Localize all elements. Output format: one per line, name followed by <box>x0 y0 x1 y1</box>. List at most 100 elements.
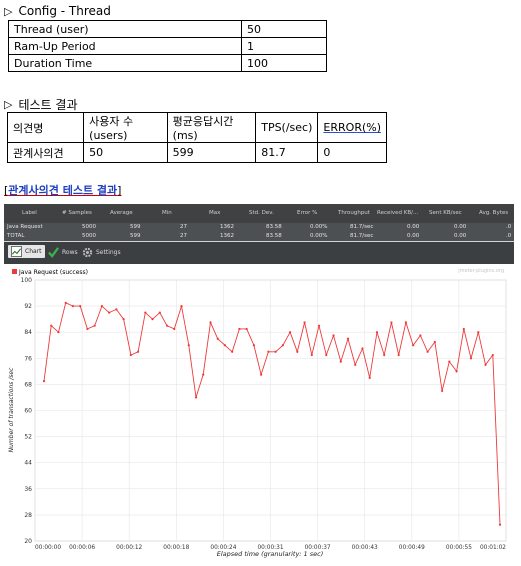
summary-cell: TOTAL <box>7 233 25 239</box>
data-point <box>484 363 487 366</box>
data-point <box>245 327 248 331</box>
data-point <box>325 353 328 357</box>
summary-cell: 5000 <box>82 233 96 239</box>
result-value-cell: 50 <box>83 142 168 163</box>
tps-chart: jmeter-plugins.org Java Request (success… <box>4 264 514 562</box>
config-thread-heading: ▷ Config - Thread <box>4 4 111 18</box>
data-point <box>440 389 444 393</box>
table-row: Duration Time 100 <box>8 54 327 72</box>
triangle-marker-icon: ▷ <box>4 98 13 111</box>
summary-cell: 27 <box>180 233 187 239</box>
data-point <box>491 353 494 357</box>
table-row: 의견명 사용자 수(users) 평균응답시간(ms) TPS(/sec) ER… <box>6 112 387 143</box>
data-point <box>158 311 161 314</box>
result-link[interactable]: [관계사의견 테스트 결과] <box>4 182 121 198</box>
data-point <box>238 327 241 331</box>
error-header-label: ERROR(%) <box>323 121 381 134</box>
summary-cell: Java Request <box>7 224 43 230</box>
data-point <box>173 327 176 331</box>
summary-cell: 0.00 <box>454 224 467 230</box>
data-point <box>136 350 140 353</box>
result-table: 의견명 사용자 수(users) 평균응답시간(ms) TPS(/sec) ER… <box>6 112 387 163</box>
summary-cell: 81.7/sec <box>350 233 374 239</box>
summary-col-header: Average <box>110 210 133 216</box>
data-point <box>448 360 451 363</box>
data-point <box>129 353 132 357</box>
summary-cell: 1362 <box>220 233 234 239</box>
data-point <box>296 350 299 353</box>
summary-cell: 83.58 <box>266 224 282 230</box>
summary-cell: 5000 <box>82 224 96 230</box>
x-tick-label: 00:00:18 <box>163 545 189 551</box>
result-header-cell: TPS(/sec) <box>255 112 319 143</box>
triangle-marker-icon: ▷ <box>4 4 13 18</box>
table-row[interactable]: TOTAL 5000 599 27 1362 83.58 0.00% 81.7/… <box>4 232 514 241</box>
data-point <box>180 305 183 308</box>
result-value-cell: 599 <box>166 142 257 163</box>
result-link-text[interactable]: 관계사의견 테스트 결과 <box>8 184 117 197</box>
summary-col-header: Label <box>22 210 37 216</box>
config-value-cell: 50 <box>241 20 327 38</box>
data-point <box>209 321 212 324</box>
x-tick-label: 00:00:55 <box>446 545 472 551</box>
data-point <box>165 324 169 327</box>
data-point <box>86 327 89 331</box>
data-point <box>390 321 393 324</box>
tab-label: Rows <box>62 249 78 256</box>
summary-col-header: Sent KB/sec <box>429 210 462 216</box>
x-tick-label: 00:00:12 <box>116 545 142 551</box>
data-point <box>122 318 125 321</box>
y-tick-label: 68 <box>24 381 32 388</box>
check-icon <box>48 247 59 258</box>
x-tick-label: 00:00:00 <box>35 545 61 551</box>
data-point <box>252 344 256 347</box>
summary-cell: 83.58 <box>266 233 282 239</box>
summary-col-header: Error % <box>297 210 318 216</box>
data-point <box>354 363 357 366</box>
summary-cell: 0.00% <box>310 233 328 239</box>
result-value-cell: 0 <box>317 142 387 163</box>
summary-cell: 0.00 <box>407 233 420 239</box>
y-tick-label: 100 <box>21 277 33 284</box>
summary-col-header: Avg. Bytes <box>479 210 509 216</box>
tab-settings[interactable]: Settings <box>82 247 121 258</box>
data-point <box>404 321 408 324</box>
result-value-cell: 81.7 <box>255 142 319 163</box>
data-point <box>144 311 147 314</box>
data-point <box>64 301 67 304</box>
data-point <box>477 331 480 334</box>
table-row[interactable]: Java Request 5000 599 27 1362 83.58 0.00… <box>4 223 514 232</box>
data-point <box>223 344 227 347</box>
legend-swatch <box>12 269 17 274</box>
y-axis-label: Number of transactions /sec <box>8 367 15 452</box>
x-axis-label: Elapsed time (granularity: 1 sec) <box>217 550 324 558</box>
y-tick-label: 92 <box>24 303 32 310</box>
y-tick-label: 84 <box>24 329 32 336</box>
summary-cell: 599 <box>130 233 141 239</box>
result-header-cell: 평균응답시간(ms) <box>166 112 257 143</box>
config-value-cell: 100 <box>241 54 327 72</box>
legend-label: Java Request (success) <box>18 269 88 276</box>
data-point <box>383 353 386 357</box>
tab-rows[interactable]: Rows <box>48 247 78 258</box>
jmeter-tab-bar: Chart Rows Settings <box>4 242 514 264</box>
table-row: Ram-Up Period 1 <box>8 37 327 55</box>
data-point <box>267 350 270 353</box>
summary-cell: 0.00 <box>407 224 420 230</box>
chart-icon <box>11 246 22 257</box>
summary-cell: 27 <box>180 224 187 230</box>
table-row: 관계사의견 50 599 81.7 0 <box>6 142 387 163</box>
chart-watermark: jmeter-plugins.org <box>457 268 504 274</box>
data-point <box>79 305 82 308</box>
data-point <box>462 327 465 331</box>
jmeter-screenshot: Label # Samples Average Min Max Std. Dev… <box>4 204 514 562</box>
summary-col-header: Min <box>162 210 172 216</box>
y-tick-label: 52 <box>24 434 32 441</box>
result-header-error-cell: ERROR(%) <box>317 112 387 143</box>
config-thread-title: Config - Thread <box>18 4 111 18</box>
tab-chart[interactable]: Chart <box>8 245 45 258</box>
data-point <box>231 350 234 353</box>
table-row: Thread (user) 50 <box>8 20 327 38</box>
data-point <box>71 305 75 308</box>
data-point <box>317 324 321 327</box>
